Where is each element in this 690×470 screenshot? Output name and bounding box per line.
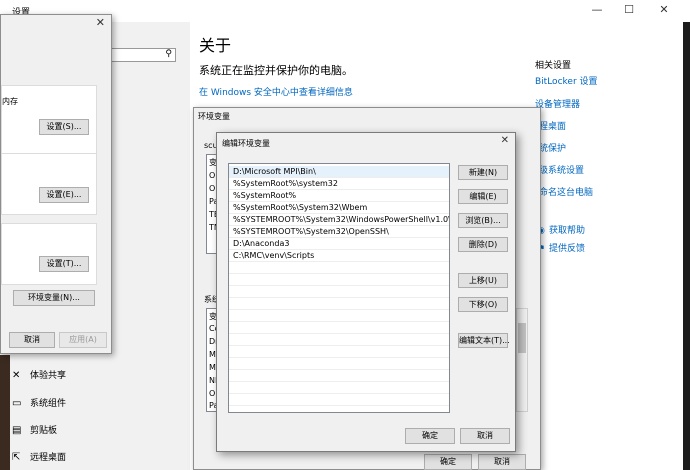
performance-settings-button[interactable]: 设置(S)... — [39, 119, 89, 135]
close-icon[interactable]: ✕ — [501, 135, 509, 146]
empty-row — [229, 310, 449, 322]
empty-row — [229, 394, 449, 406]
list-item[interactable]: O — [209, 184, 215, 193]
cancel-button[interactable]: 取消 — [9, 332, 55, 348]
scrollbar-thumb[interactable] — [518, 323, 526, 353]
path-entry[interactable]: %SystemRoot%\System32\Wbem — [229, 202, 449, 214]
path-list[interactable]: D:\Microsoft MPI\Bin\ %SystemRoot%\syste… — [228, 163, 450, 413]
remote-desktop-icon: ⇱ — [12, 452, 21, 463]
feedback-row[interactable]: ⚑ 提供反馈 — [537, 241, 585, 254]
path-entry[interactable]: D:\Anaconda3 — [229, 238, 449, 250]
bitlocker-link[interactable]: BitLocker 设置 — [535, 74, 598, 87]
get-help-link[interactable]: 获取帮助 — [549, 226, 585, 236]
delete-button[interactable]: 删除(D) — [458, 237, 508, 252]
empty-row — [229, 382, 449, 394]
dialog-title: 环境变量 — [198, 112, 230, 121]
device-manager-link[interactable]: 设备管理器 — [535, 97, 580, 110]
scrollbar[interactable] — [516, 308, 528, 412]
nav-item-label: 远程桌面 — [30, 453, 67, 463]
list-item[interactable]: O — [209, 389, 215, 398]
nav-item-label: 剪贴板 — [30, 426, 58, 436]
empty-row — [229, 322, 449, 334]
taskbar-edge — [683, 22, 690, 470]
nav-item-clipboard[interactable]: ▤ 剪贴板 — [12, 423, 57, 436]
path-entry[interactable]: C:\RMC\venv\Scripts — [229, 250, 449, 262]
nav-item-shared-experience[interactable]: ✕ 体验共享 — [12, 368, 66, 381]
clipboard-icon: ▤ — [12, 425, 22, 436]
system-properties-dialog: ✕ 内存 设置(S)... 设置(E)... 设置(T)... 环境变量(N).… — [0, 14, 112, 354]
user-profiles-group — [1, 153, 97, 215]
components-icon: ▭ — [12, 398, 22, 409]
close-icon[interactable]: ✕ — [655, 3, 673, 16]
security-center-link[interactable]: 在 Windows 安全中心中查看详细信息 — [199, 85, 353, 98]
protection-status-text: 系统正在监控并保护你的电脑。 — [199, 64, 353, 77]
edit-text-button[interactable]: 编辑文本(T)... — [458, 333, 510, 348]
nav-item-system-components[interactable]: ▭ 系统组件 — [12, 396, 66, 409]
desktop-background-strip — [0, 355, 10, 470]
startup-settings-button[interactable]: 设置(T)... — [39, 256, 89, 272]
close-icon[interactable]: ✕ — [96, 16, 105, 29]
cancel-button[interactable]: 取消 — [478, 454, 526, 470]
startup-recovery-group — [1, 223, 97, 285]
minimize-icon[interactable]: — — [588, 3, 606, 16]
list-item[interactable]: M — [209, 363, 216, 372]
path-entry[interactable]: %SystemRoot%\system32 — [229, 178, 449, 190]
nav-item-remote-desktop[interactable]: ⇱ 远程桌面 — [12, 450, 66, 463]
page-title: 关于 — [199, 36, 232, 55]
environment-variables-button[interactable]: 环境变量(N)... — [13, 290, 95, 306]
ok-button[interactable]: 确定 — [405, 428, 455, 444]
ok-button[interactable]: 确定 — [424, 454, 472, 470]
empty-row — [229, 334, 449, 346]
cancel-button[interactable]: 取消 — [460, 428, 510, 444]
nav-item-label: 系统组件 — [30, 399, 67, 409]
memory-label: 内存 — [2, 97, 18, 106]
path-entry[interactable]: %SYSTEMROOT%\System32\OpenSSH\ — [229, 226, 449, 238]
browse-button[interactable]: 浏览(B)... — [458, 213, 508, 228]
path-entry[interactable]: %SystemRoot% — [229, 190, 449, 202]
empty-row — [229, 358, 449, 370]
nav-item-label: 体验共享 — [30, 371, 67, 381]
edit-environment-variable-dialog: 编辑环境变量 ✕ D:\Microsoft MPI\Bin\ %SystemRo… — [216, 132, 516, 452]
list-item[interactable]: O — [209, 171, 215, 180]
get-help-row[interactable]: ◉获取帮助 — [537, 223, 585, 236]
empty-row — [229, 298, 449, 310]
empty-row — [229, 262, 449, 274]
dialog-title: 编辑环境变量 — [222, 139, 270, 148]
move-down-button[interactable]: 下移(O) — [458, 297, 508, 312]
feedback-link[interactable]: 提供反馈 — [549, 244, 585, 254]
empty-row — [229, 346, 449, 358]
user-profiles-settings-button[interactable]: 设置(E)... — [39, 187, 89, 203]
move-up-button[interactable]: 上移(U) — [458, 273, 508, 288]
empty-row — [229, 286, 449, 298]
empty-row — [229, 370, 449, 382]
apply-button[interactable]: 应用(A) — [59, 332, 107, 348]
share-icon: ✕ — [12, 370, 21, 381]
search-icon: ⚲ — [165, 49, 172, 59]
related-settings-heading: 相关设置 — [535, 61, 572, 71]
path-entry[interactable]: %SYSTEMROOT%\System32\WindowsPowerShell\… — [229, 214, 449, 226]
empty-row — [229, 274, 449, 286]
path-entry[interactable]: D:\Microsoft MPI\Bin\ — [229, 166, 449, 178]
maximize-icon[interactable]: ☐ — [620, 3, 638, 16]
edit-button[interactable]: 编辑(E) — [458, 189, 508, 204]
new-button[interactable]: 新建(N) — [458, 165, 508, 180]
list-item[interactable]: M — [209, 350, 216, 359]
